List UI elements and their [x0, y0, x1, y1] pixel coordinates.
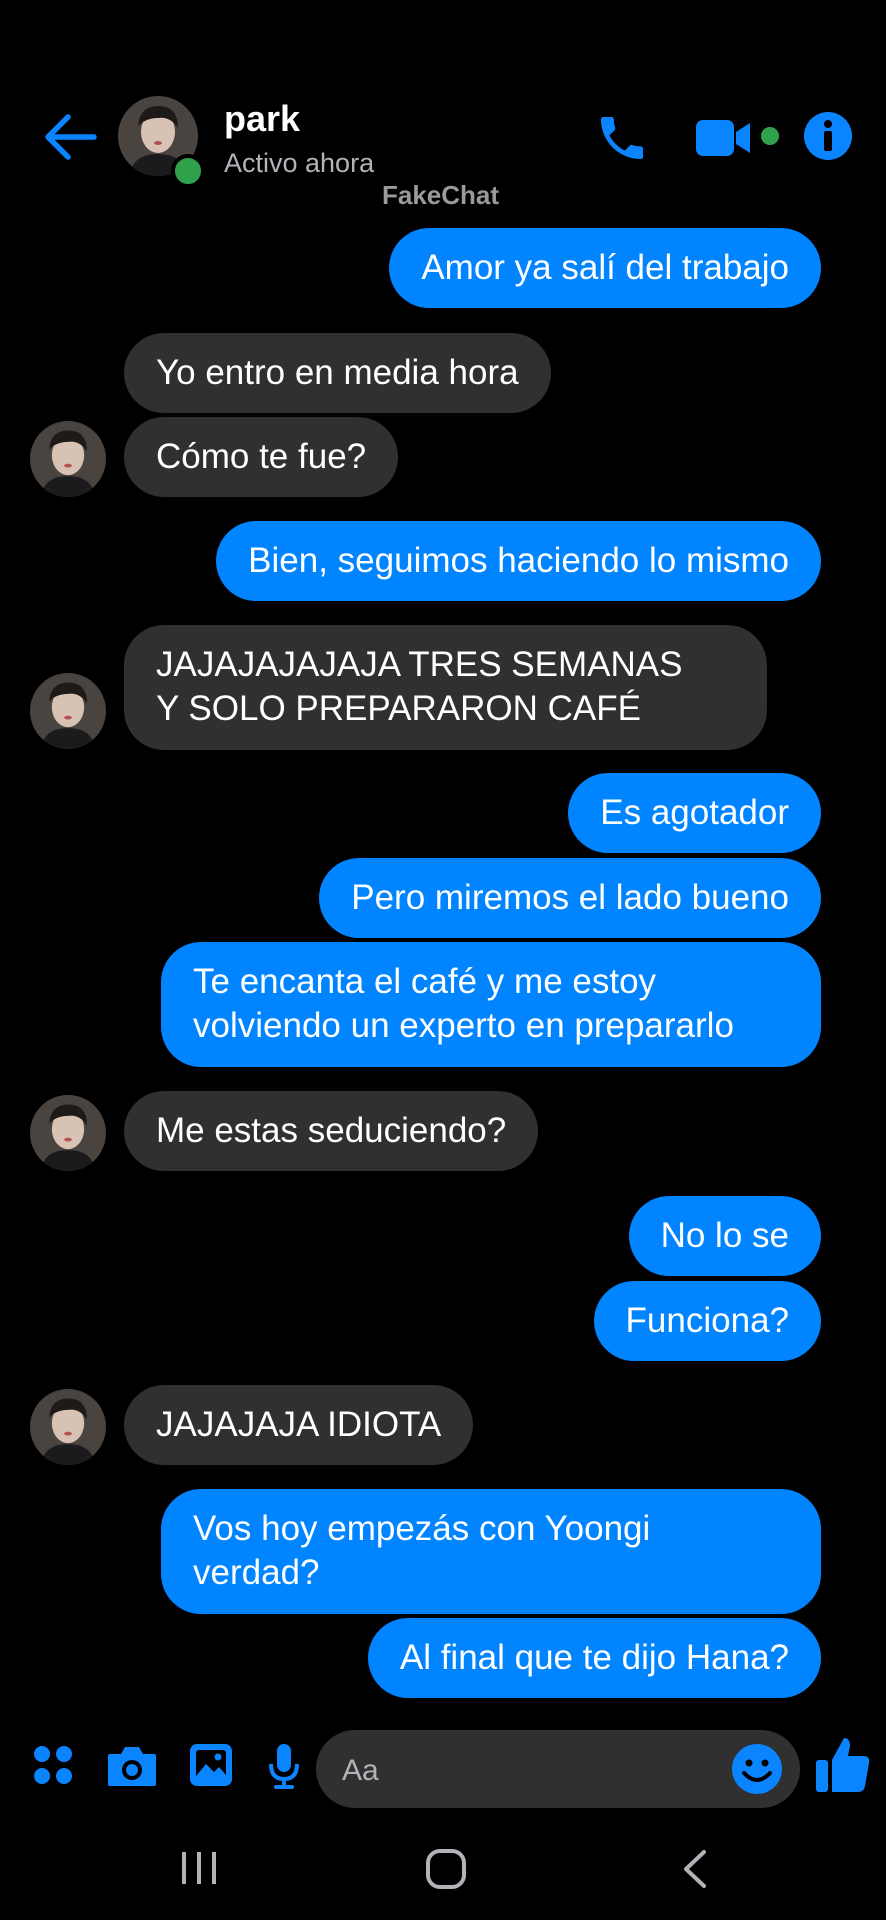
thumbs-up-icon[interactable]	[814, 1734, 872, 1796]
message-outgoing[interactable]: No lo se	[628, 1196, 821, 1276]
message-outgoing[interactable]: Vos hoy empezás con Yoongi verdad?	[161, 1489, 821, 1614]
message-outgoing[interactable]: Amor ya salí del trabajo	[389, 228, 821, 308]
message-outgoing[interactable]: Te encanta el café y me estoy volviendo …	[161, 942, 821, 1067]
message-incoming[interactable]: JAJAJAJAJAJA TRES SEMANAS Y SOLO PREPARA…	[124, 625, 767, 750]
sender-avatar[interactable]	[30, 1389, 106, 1465]
emoji-icon[interactable]	[730, 1742, 784, 1796]
sender-avatar[interactable]	[30, 673, 106, 749]
message-outgoing[interactable]: Pero miremos el lado bueno	[319, 858, 821, 938]
microphone-icon[interactable]	[266, 1742, 302, 1790]
online-status-dot	[171, 154, 205, 188]
message-incoming[interactable]: Cómo te fue?	[124, 417, 399, 497]
contact-name[interactable]: park	[224, 98, 300, 140]
camera-icon[interactable]	[106, 1744, 158, 1788]
message-incoming[interactable]: JAJAJAJA IDIOTA	[124, 1385, 474, 1465]
home-icon[interactable]	[424, 1848, 470, 1890]
message-outgoing[interactable]: Al final que te dijo Hana?	[367, 1618, 821, 1698]
contact-status: Activo ahora	[224, 148, 375, 178]
message-incoming[interactable]: Yo entro en media hora	[124, 333, 551, 413]
message-outgoing[interactable]: Funciona?	[593, 1281, 821, 1361]
back-nav-icon[interactable]	[678, 1848, 712, 1890]
watermark-label: FakeChat	[382, 180, 500, 210]
recent-apps-icon[interactable]	[176, 1848, 222, 1888]
video-camera-icon[interactable]	[694, 116, 786, 160]
gallery-icon[interactable]	[188, 1742, 234, 1788]
message-incoming[interactable]: Me estas seduciendo?	[124, 1091, 539, 1171]
sender-avatar[interactable]	[30, 421, 106, 497]
message-input[interactable]	[316, 1730, 800, 1808]
info-icon[interactable]	[802, 110, 854, 162]
message-outgoing[interactable]: Es agotador	[568, 773, 821, 853]
back-arrow-icon[interactable]	[40, 112, 98, 162]
apps-icon[interactable]	[32, 1744, 74, 1786]
message-input-placeholder: Aa	[342, 1754, 379, 1787]
message-outgoing[interactable]: Bien, seguimos haciendo lo mismo	[216, 521, 821, 601]
phone-icon[interactable]	[594, 110, 650, 166]
sender-avatar[interactable]	[30, 1095, 106, 1171]
